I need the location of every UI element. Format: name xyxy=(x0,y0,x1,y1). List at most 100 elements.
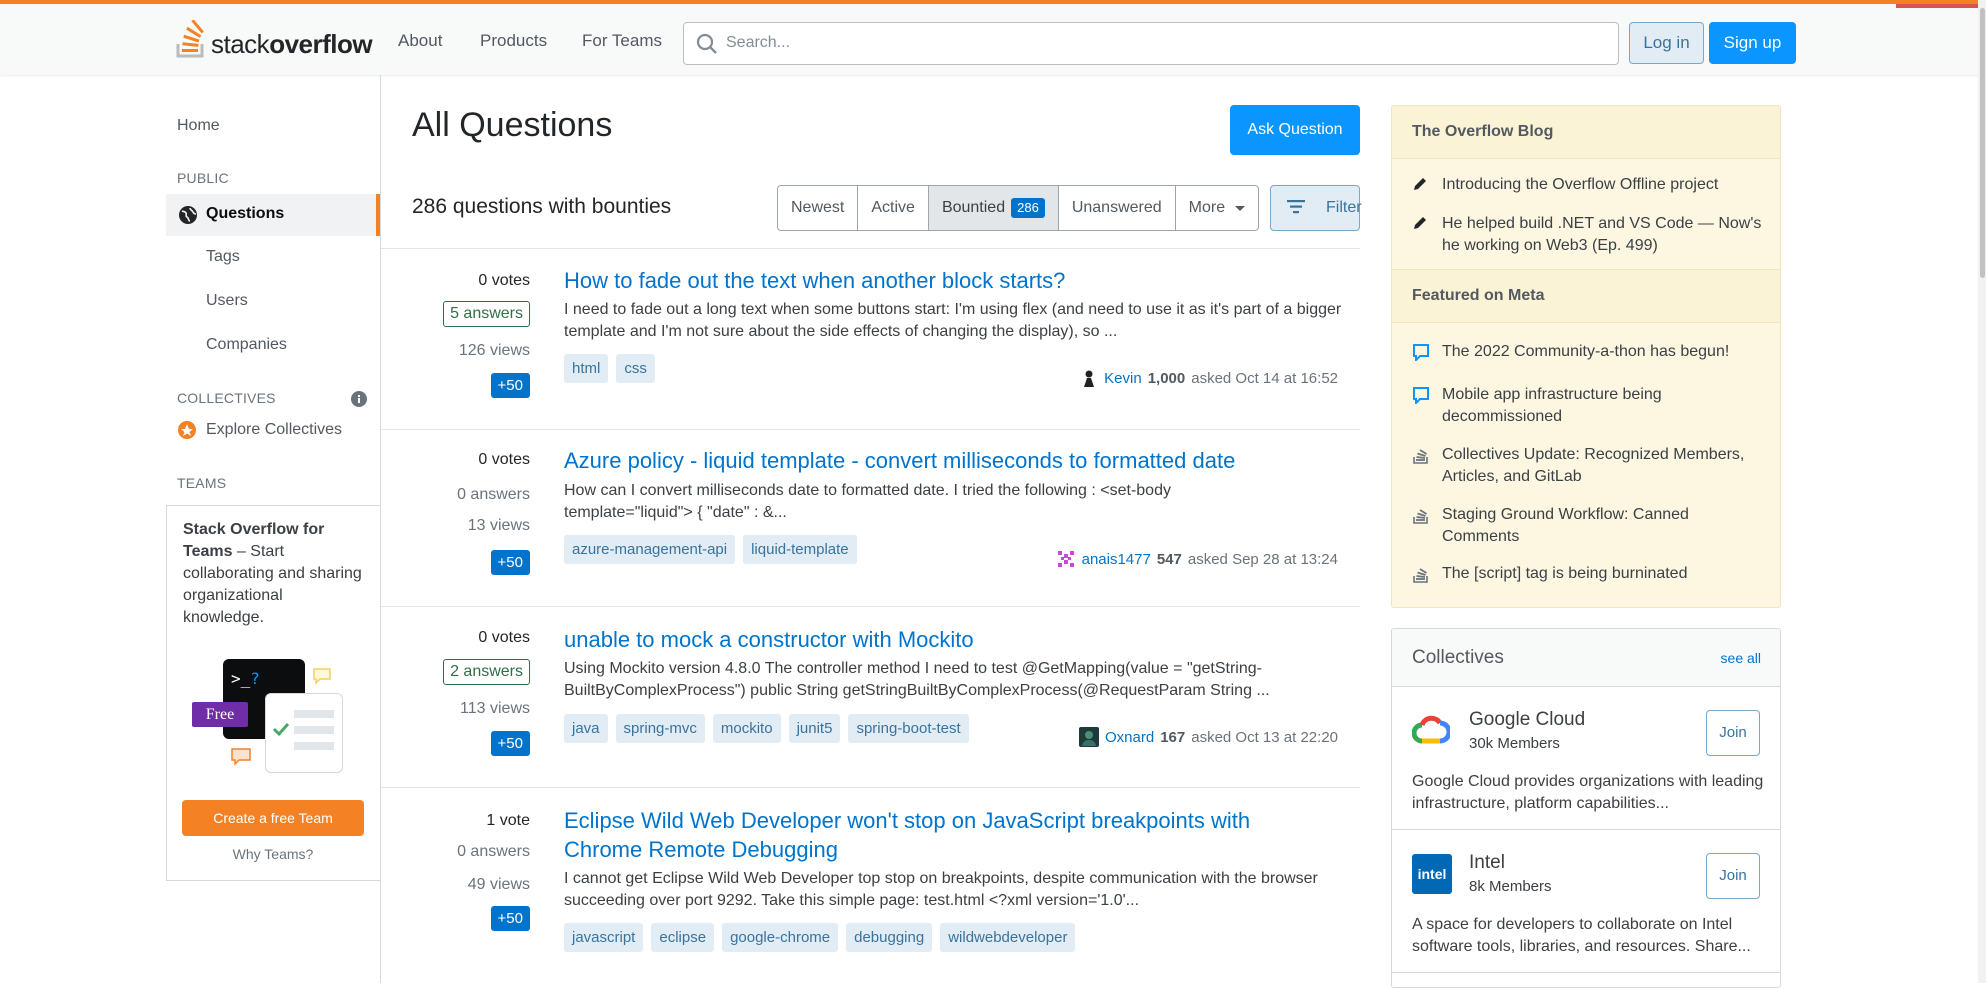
question-excerpt: Using Mockito version 4.8.0 The controll… xyxy=(564,660,1270,699)
tag-javascript[interactable]: javascript xyxy=(564,923,644,952)
sidebar-item-companies[interactable]: Companies xyxy=(206,336,287,354)
avatar[interactable] xyxy=(1056,549,1076,569)
question-title-link[interactable]: unable to mock a constructor with Mockit… xyxy=(564,625,1344,654)
tab-label: More xyxy=(1188,199,1226,216)
overflow-blog-widget: The Overflow Blog Introducing the Overfl… xyxy=(1391,105,1781,608)
why-teams-link[interactable]: Why Teams? xyxy=(182,846,364,862)
answer-count: 5 answers xyxy=(443,301,530,327)
meta-item[interactable]: Mobile app infrastructure being decommis… xyxy=(1412,384,1762,428)
card-line xyxy=(294,726,334,734)
tag-wildwebdeveloper[interactable]: wildwebdeveloper xyxy=(940,923,1076,952)
collectives-header: Collectives see all xyxy=(1392,629,1780,687)
meta-item[interactable]: The 2022 Community-a-thon has begun! xyxy=(1412,341,1762,363)
globe-icon xyxy=(179,206,197,224)
question-title-link[interactable]: Eclipse Wild Web Developer won't stop on… xyxy=(564,806,1324,864)
collective-description: A space for developers to collaborate on… xyxy=(1412,916,1751,955)
asked-time: asked Sep 28 at 13:24 xyxy=(1187,550,1338,568)
search-placeholder: Search... xyxy=(726,34,791,51)
teams-illustration: >_? Free xyxy=(190,655,350,780)
collective-card: Google Cloud 30k Members Join Google Clo… xyxy=(1392,687,1780,830)
login-button[interactable]: Log in xyxy=(1629,22,1704,64)
meta-item[interactable]: Staging Ground Workflow: Canned Comments xyxy=(1412,504,1762,548)
tag-list: java spring-mvc mockito junit5 spring-bo… xyxy=(564,714,969,743)
filter-button[interactable]: Filter xyxy=(1270,185,1362,231)
tag-liquid-template[interactable]: liquid-template xyxy=(743,535,857,564)
tag-google-chrome[interactable]: google-chrome xyxy=(722,923,839,952)
view-count: 126 views xyxy=(458,342,530,359)
tag-eclipse[interactable]: eclipse xyxy=(651,923,715,952)
question-title-link[interactable]: Azure policy - liquid template - convert… xyxy=(564,446,1344,475)
see-all-link[interactable]: see all xyxy=(1721,650,1761,666)
terminal-prompt-icon: >_? xyxy=(231,669,260,688)
tag-java[interactable]: java xyxy=(564,714,608,743)
join-button[interactable]: Join xyxy=(1706,710,1760,756)
tag-spring-boot-test[interactable]: spring-boot-test xyxy=(848,714,969,743)
sidebar-item-tags[interactable]: Tags xyxy=(206,248,240,266)
tab-unanswered[interactable]: Unanswered xyxy=(1059,186,1176,230)
bounty-badge: +50 xyxy=(490,731,530,756)
search-input[interactable]: Search... xyxy=(683,22,1619,65)
scrollbar-thumb[interactable] xyxy=(1980,8,1985,278)
tag-junit5[interactable]: junit5 xyxy=(788,714,841,743)
collective-name[interactable]: Google Cloud xyxy=(1469,709,1585,731)
tab-label: Unanswered xyxy=(1071,199,1162,216)
meta-item[interactable]: The [script] tag is being burninated xyxy=(1412,563,1762,585)
tag-css[interactable]: css xyxy=(616,354,655,383)
asked-time: asked Oct 14 at 16:52 xyxy=(1191,369,1338,387)
tag-html[interactable]: html xyxy=(564,354,609,383)
tag-spring-mvc[interactable]: spring-mvc xyxy=(615,714,705,743)
tab-newest[interactable]: Newest xyxy=(778,186,859,230)
question-excerpt: I need to fade out a long text when some… xyxy=(564,301,1342,340)
question-count: 286 questions with bounties xyxy=(412,195,672,218)
sidebar-item-questions-label: Questions xyxy=(206,205,285,222)
blog-item[interactable]: Introducing the Overflow Offline project xyxy=(1412,174,1762,196)
blog-heading: The Overflow Blog xyxy=(1392,106,1780,159)
search-icon xyxy=(696,33,717,54)
speech-bubble-icon xyxy=(313,668,331,685)
user-link[interactable]: Kevin xyxy=(1104,370,1142,387)
avatar[interactable] xyxy=(1079,727,1099,747)
sidebar-item-users[interactable]: Users xyxy=(206,292,248,310)
ask-question-button[interactable]: Ask Question xyxy=(1230,105,1360,155)
tab-more[interactable]: More xyxy=(1176,186,1258,230)
teams-promo-text: Stack Overflow for Teams – Start collabo… xyxy=(183,521,362,626)
blog-item-label: He helped build .NET and VS Code — Now's… xyxy=(1442,215,1762,254)
nav-for-teams[interactable]: For Teams xyxy=(582,31,662,51)
checkmark-icon xyxy=(272,722,290,737)
user-link[interactable]: Oxnard xyxy=(1105,729,1154,746)
info-icon[interactable] xyxy=(351,391,367,407)
collective-members: 8k Members xyxy=(1469,878,1552,895)
sidebar-item-explore-collectives[interactable]: Explore Collectives xyxy=(206,421,342,439)
meta-item[interactable]: Collectives Update: Recognized Members, … xyxy=(1412,444,1762,488)
stack-logo-icon xyxy=(1413,509,1428,524)
google-cloud-logo-icon xyxy=(1412,715,1450,744)
nav-about[interactable]: About xyxy=(398,31,442,51)
nav-products[interactable]: Products xyxy=(480,31,547,51)
tag-azure-management-api[interactable]: azure-management-api xyxy=(564,535,736,564)
collective-members: 30k Members xyxy=(1469,735,1560,752)
stackoverflow-logo[interactable]: stackoverflow xyxy=(175,18,373,59)
tag-debugging[interactable]: debugging xyxy=(846,923,933,952)
tag-mockito[interactable]: mockito xyxy=(712,714,781,743)
meta-heading: Featured on Meta xyxy=(1392,269,1780,323)
meta-item-label: Staging Ground Workflow: Canned Comments xyxy=(1442,506,1689,545)
question-summary: 0 votes 0 answers 13 views +50 Azure pol… xyxy=(381,430,1360,606)
avatar[interactable] xyxy=(1080,369,1099,387)
collective-name[interactable]: Intel xyxy=(1469,852,1505,874)
user-link[interactable]: anais1477 xyxy=(1082,551,1151,568)
logo-wordmark: stackoverflow xyxy=(211,29,373,59)
tab-active[interactable]: Active xyxy=(858,186,929,230)
tab-bountied[interactable]: Bountied 286 xyxy=(928,186,1059,230)
bounty-badge: +50 xyxy=(490,906,530,931)
top-accent-strip xyxy=(1896,4,1986,8)
join-button[interactable]: Join xyxy=(1706,853,1760,899)
free-badge: Free xyxy=(192,702,248,727)
signup-button[interactable]: Sign up xyxy=(1709,22,1796,64)
create-team-button[interactable]: Create a free Team xyxy=(182,800,364,836)
tag-list: azure-management-api liquid-template xyxy=(564,535,857,564)
blog-item-label: Introducing the Overflow Offline project xyxy=(1442,176,1719,193)
blog-item[interactable]: He helped build .NET and VS Code — Now's… xyxy=(1412,213,1762,257)
pencil-icon xyxy=(1414,217,1426,229)
question-title-link[interactable]: How to fade out the text when another bl… xyxy=(564,266,1344,295)
sidebar-item-home[interactable]: Home xyxy=(177,117,220,135)
